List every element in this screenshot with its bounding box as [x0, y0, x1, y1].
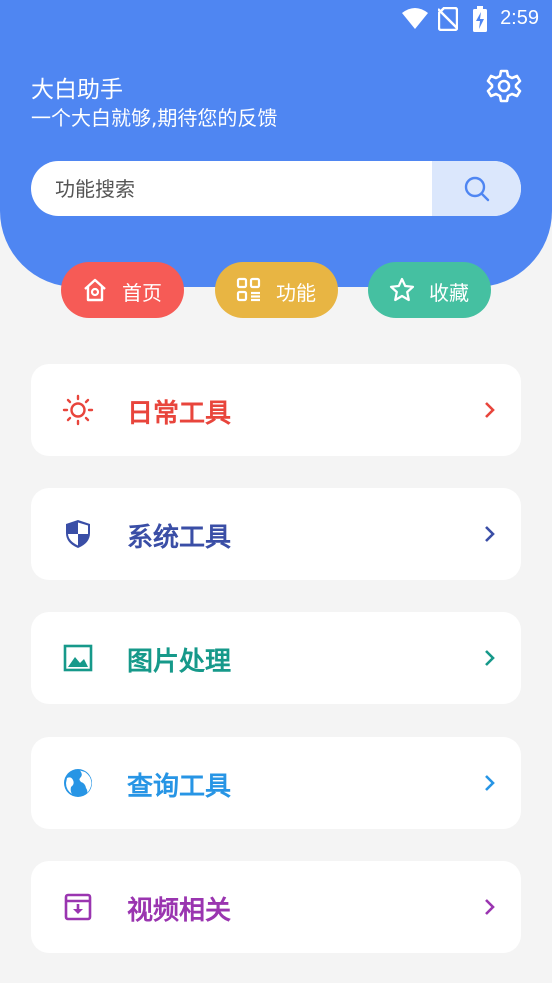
category-image-processing[interactable]: 图片处理 — [31, 612, 521, 704]
nav-pill-favorites[interactable]: 收藏 — [368, 262, 491, 318]
chevron-right-icon — [485, 899, 495, 915]
category-label: 视频相关 — [127, 896, 232, 926]
category-label: 系统工具 — [127, 523, 232, 553]
battery-charging-icon — [473, 6, 487, 32]
nav-pill-label: 收藏 — [429, 281, 469, 305]
globe-icon — [64, 769, 92, 797]
gear-icon — [486, 69, 522, 103]
wifi-icon — [402, 8, 428, 29]
category-label: 图片处理 — [127, 647, 232, 677]
status-bar: 2:59 — [0, 0, 552, 40]
chevron-right-icon — [485, 650, 495, 666]
no-sim-icon — [438, 7, 458, 31]
star-icon — [389, 277, 415, 302]
chevron-right-icon — [485, 402, 495, 418]
home-icon — [84, 278, 106, 302]
shield-icon — [66, 520, 90, 548]
search-input[interactable] — [31, 161, 432, 216]
category-label: 查询工具 — [127, 772, 232, 802]
search-bar — [31, 161, 521, 216]
app-header: 2:59 大白助手 一个大白就够,期待您的反馈 — [0, 0, 552, 287]
image-icon — [63, 644, 93, 672]
category-system-tools[interactable]: 系统工具 — [31, 488, 521, 580]
nav-pill-label: 功能 — [276, 281, 316, 305]
nav-pill-home[interactable]: 首页 — [61, 262, 184, 318]
category-video[interactable]: 视频相关 — [31, 861, 521, 953]
apps-grid-icon — [236, 277, 261, 302]
category-label: 日常工具 — [127, 399, 232, 429]
category-daily-tools[interactable]: 日常工具 — [31, 364, 521, 456]
search-button[interactable] — [432, 161, 521, 216]
chevron-right-icon — [485, 775, 495, 791]
settings-button[interactable] — [486, 68, 522, 104]
nav-pill-functions[interactable]: 功能 — [215, 262, 338, 318]
sun-icon — [62, 394, 94, 426]
category-query-tools[interactable]: 查询工具 — [31, 737, 521, 829]
app-title: 大白助手 — [31, 77, 123, 103]
nav-pill-label: 首页 — [122, 281, 162, 305]
status-time: 2:59 — [500, 7, 539, 29]
search-icon — [464, 176, 489, 201]
chevron-right-icon — [485, 526, 495, 542]
archive-box-icon — [64, 893, 92, 921]
app-subtitle: 一个大白就够,期待您的反馈 — [31, 106, 278, 130]
